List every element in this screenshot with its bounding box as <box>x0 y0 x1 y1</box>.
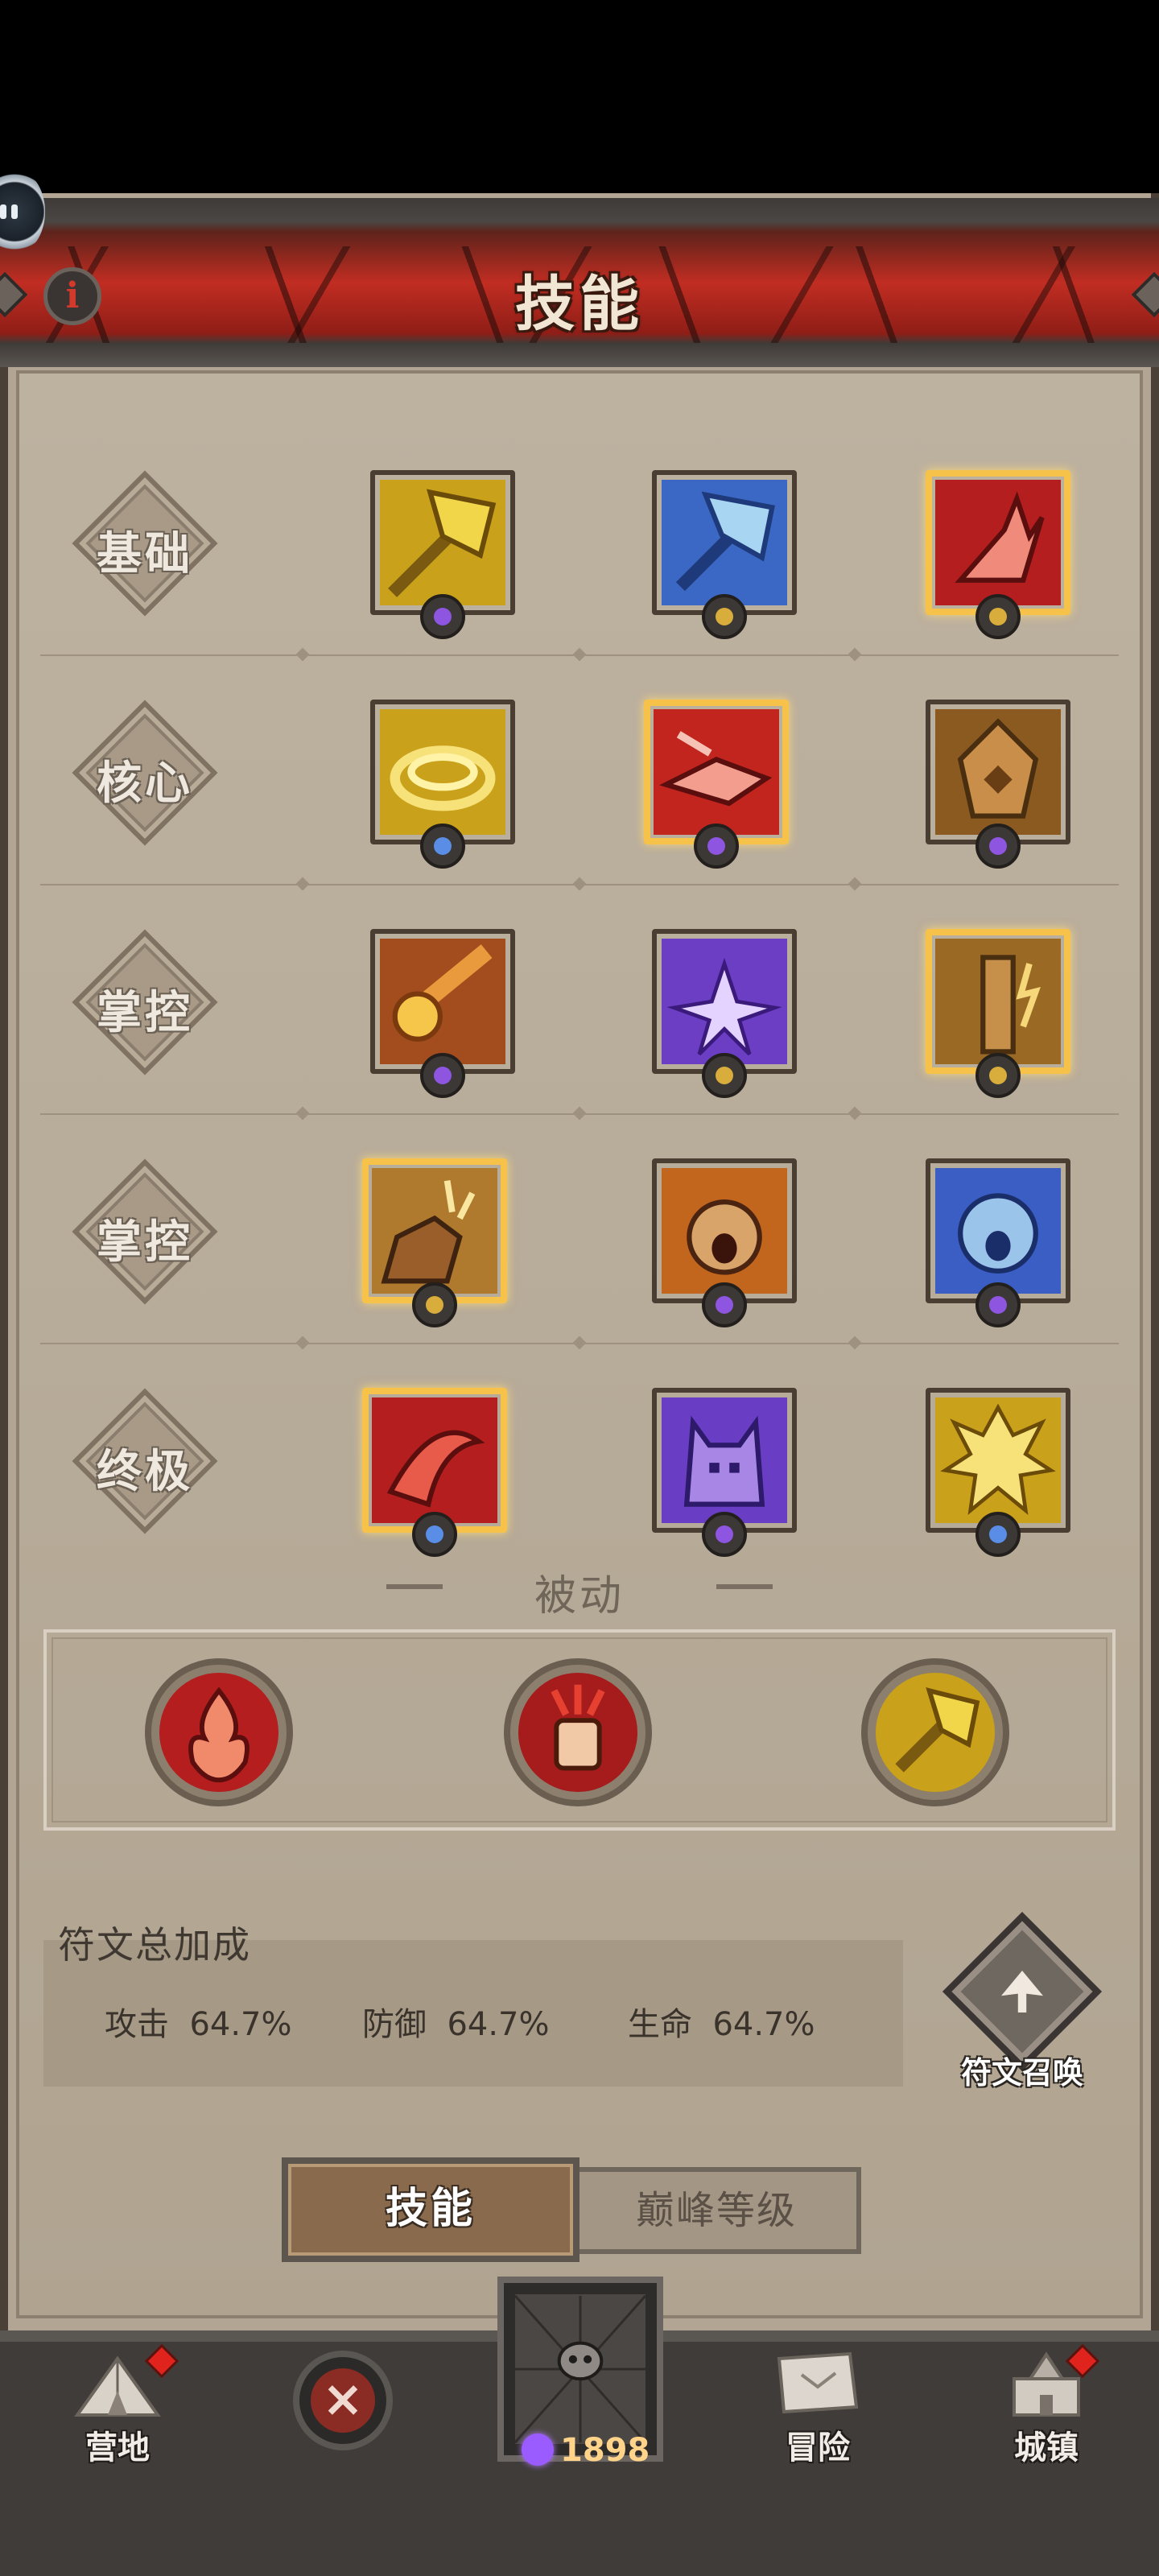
golden-berserk-icon <box>935 1397 1061 1523</box>
row-label-ultimate: 终极 <box>72 1388 218 1534</box>
fire-comet-icon <box>380 939 505 1064</box>
skill-slot-mastery1-1[interactable] <box>370 929 515 1098</box>
golden-whirlwind-icon <box>380 709 505 835</box>
passive-slot-2[interactable] <box>504 1658 652 1806</box>
skill-slot-ultimate-2[interactable] <box>652 1388 797 1557</box>
demon-form-icon <box>662 1397 787 1523</box>
nav-adventure[interactable]: 冒险 <box>729 2334 906 2479</box>
row-label-mastery-2: 掌控 <box>72 1158 218 1305</box>
blood-slash-icon <box>654 709 779 835</box>
status-bar <box>0 0 1159 193</box>
fist-icon <box>518 1673 637 1792</box>
bonus-attack: 攻击 64.7% <box>105 2006 292 2043</box>
skill-slot-basic-3[interactable] <box>926 470 1070 639</box>
nav-town[interactable]: 城镇 <box>958 2334 1135 2479</box>
war-cry-icon <box>662 1168 787 1294</box>
rune-summon-button[interactable]: 符文召唤 <box>942 1912 1103 2093</box>
frost-roar-icon <box>935 1168 1061 1294</box>
earth-pillar-icon <box>935 939 1061 1064</box>
skill-slot-mastery1-2[interactable] <box>652 929 797 1098</box>
info-button[interactable]: i <box>43 267 101 325</box>
skill-slot-mastery2-1[interactable] <box>362 1158 507 1327</box>
row-label-mastery-1: 掌控 <box>72 929 218 1075</box>
skill-slot-basic-2[interactable] <box>652 470 797 639</box>
crimson-fury-icon <box>372 1397 497 1523</box>
skill-row-ultimate: 终极 <box>40 1344 1119 1575</box>
passive-title: 被动 <box>534 1572 625 1620</box>
golden-axe-passive-icon <box>876 1673 995 1792</box>
close-icon: × <box>311 2368 375 2433</box>
skill-slot-mastery2-3[interactable] <box>926 1158 1070 1327</box>
skill-tab-switcher: 技能 巅峰等级 <box>282 2157 869 2262</box>
rage-flame-icon <box>159 1673 278 1792</box>
skill-slot-mastery1-3[interactable] <box>926 929 1070 1098</box>
tab-paragon-level[interactable]: 巅峰等级 <box>571 2167 861 2254</box>
skill-row-basic: 基础 <box>40 427 1119 662</box>
nav-camp[interactable]: 营地 <box>29 2334 206 2479</box>
skill-slot-ultimate-1[interactable] <box>362 1388 507 1557</box>
skill-row-mastery-2: 掌控 <box>40 1115 1119 1350</box>
gem-counter: 1898 <box>515 2427 676 2475</box>
skill-row-core: 核心 <box>40 656 1119 891</box>
skill-slot-basic-1[interactable] <box>370 470 515 639</box>
nav-close-button[interactable]: × <box>293 2351 393 2450</box>
row-label-core: 核心 <box>72 700 218 846</box>
rune-bonus-title: 符文总加成 <box>58 1923 251 1967</box>
map-scroll-icon <box>777 2351 859 2414</box>
bonus-health: 生命 64.7% <box>628 2006 815 2043</box>
skill-slot-core-3[interactable] <box>926 700 1070 869</box>
passive-right-ornament <box>716 1584 773 1589</box>
passive-slot-1[interactable] <box>145 1658 293 1806</box>
page-title: 技能 <box>515 270 644 339</box>
skill-slot-ultimate-3[interactable] <box>926 1388 1070 1557</box>
tab-skills[interactable]: 技能 <box>282 2157 580 2262</box>
skill-slot-core-1[interactable] <box>370 700 515 869</box>
frost-axe-icon <box>662 480 787 605</box>
arcane-burst-icon <box>662 939 787 1064</box>
golden-axe-icon <box>380 480 505 605</box>
row-label-basic: 基础 <box>72 470 218 617</box>
golem-totem-icon <box>935 709 1061 835</box>
ground-fist-icon <box>372 1168 497 1294</box>
skill-slot-mastery2-2[interactable] <box>652 1158 797 1327</box>
passive-slot-3[interactable] <box>861 1658 1009 1806</box>
skill-row-mastery-1: 掌控 <box>40 886 1119 1121</box>
skill-slot-core-2[interactable] <box>644 700 789 869</box>
purple-gem-icon <box>522 2434 554 2466</box>
fire-strike-icon <box>935 480 1061 605</box>
bonus-defense: 防御 64.7% <box>362 2006 550 2043</box>
spider-skull-icon <box>515 2294 645 2444</box>
